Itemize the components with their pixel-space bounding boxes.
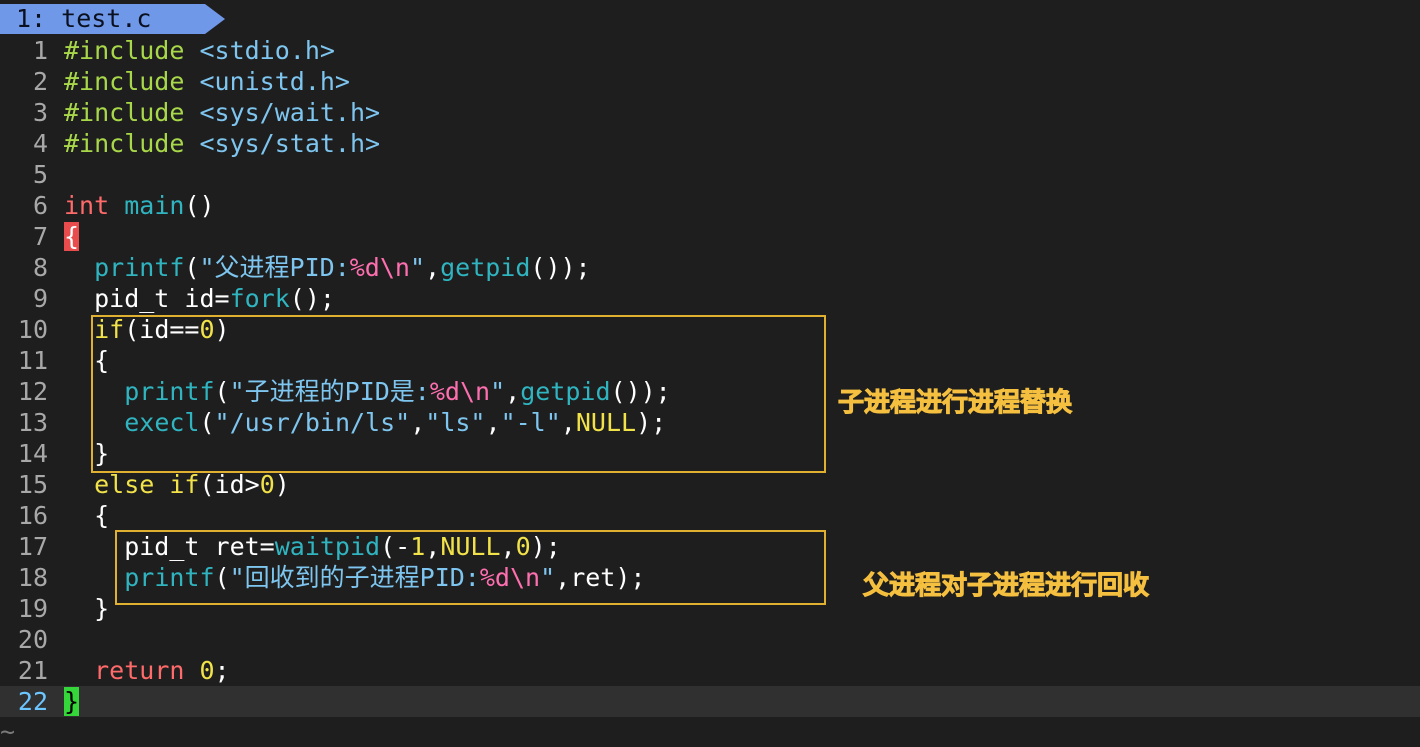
highlight-box-parent-wait [115,530,826,605]
code-token: main [124,191,185,220]
code-token: printf [94,253,185,282]
code-token: fork [229,284,290,313]
code-line[interactable]: 6 int main() [0,190,1420,221]
code-token: %d\n [349,253,410,282]
line-text: #include <sys/stat.h> [64,128,380,159]
line-text: else if(id>0) [64,469,290,500]
code-token: ()); [530,253,591,282]
line-text: { [64,500,109,531]
code-token: (); [289,284,335,313]
line-text: pid_t id=fork(); [64,283,335,314]
code-line[interactable]: 20 [0,624,1420,655]
code-token: () [184,191,215,220]
line-number: 17 [17,532,48,561]
line-text: #include <stdio.h> [64,35,335,66]
code-token: { [64,501,110,530]
line-number: 7 [32,222,48,251]
code-token: #include [64,36,200,65]
code-line[interactable]: 21 return 0; [0,655,1420,686]
code-line[interactable]: 7{ [0,221,1420,252]
line-text: return 0; [64,655,230,686]
line-number: 2 [32,67,48,96]
line-number: 13 [17,408,48,437]
code-line[interactable]: 16 { [0,500,1420,531]
line-number: 15 [17,470,48,499]
annotation-child-exec: 子进程进行进程替换 [837,388,1073,419]
code-token: , [425,253,441,282]
code-line[interactable]: 5 [0,159,1420,190]
code-token: ; [214,656,230,685]
line-text: } [64,686,80,717]
code-line[interactable]: 22} [0,686,1420,717]
line-number: 3 [32,98,48,127]
tab-bar: 1: test.c [0,0,1420,34]
line-number: 10 [17,315,48,344]
line-number: 14 [17,439,48,468]
code-token: <sys/stat.h> [199,129,381,158]
annotation-parent-reap: 父进程对子进程进行回收 [862,571,1150,602]
line-number: 9 [32,284,48,313]
code-token: ( [184,253,200,282]
code-token: } [64,594,110,623]
line-text: int main() [64,190,215,221]
line-text: #include <unistd.h> [64,66,350,97]
code-line[interactable]: 3 #include <sys/wait.h> [0,97,1420,128]
code-token: 0 [259,470,275,499]
code-token: else if [94,470,200,499]
code-line[interactable]: 15 else if(id>0) [0,469,1420,500]
highlight-box-child-process [91,315,826,473]
line-text: } [64,593,109,624]
line-text: { [64,221,80,252]
code-token: "父进程PID: [199,253,350,282]
code-token: #include [64,129,200,158]
empty-line-marker: ~ [0,717,16,746]
code-line[interactable]: 8 printf("父进程PID:%d\n",getpid()); [0,252,1420,283]
code-token: #include [64,67,200,96]
code-token: #include [64,98,200,127]
tab-test-c[interactable]: 1: test.c [0,4,225,34]
code-token: <sys/wait.h> [199,98,381,127]
line-text: #include <sys/wait.h> [64,97,380,128]
code-line[interactable]: 4 #include <sys/stat.h> [0,128,1420,159]
line-number: 8 [32,253,48,282]
code-token: " [409,253,426,282]
code-token: int [64,191,110,220]
line-number: 5 [32,160,48,189]
code-token: <stdio.h> [199,36,335,65]
code-token: return [94,656,185,685]
line-number: 11 [17,346,48,375]
line-number: 4 [32,129,48,158]
code-line[interactable]: 2 #include <unistd.h> [0,66,1420,97]
code-token: getpid [440,253,531,282]
line-text: printf("父进程PID:%d\n",getpid()); [64,252,591,283]
line-number: 6 [32,191,48,220]
line-number: 18 [17,563,48,592]
line-number: 16 [17,501,48,530]
line-number: 21 [17,656,48,685]
code-token: } [64,687,80,716]
line-number: 20 [17,625,48,654]
line-number: 22 [17,687,48,716]
code-token: 0 [199,656,215,685]
line-number: 12 [17,377,48,406]
line-number: 1 [32,36,48,65]
code-token: (id> [199,470,260,499]
code-token: pid_t id= [64,284,230,313]
code-token: ) [274,470,290,499]
code-line[interactable]: 1 #include <stdio.h> [0,35,1420,66]
code-token: <unistd.h> [199,67,350,96]
line-number: 19 [17,594,48,623]
code-line[interactable]: 9 pid_t id=fork(); [0,283,1420,314]
code-token: { [64,222,80,251]
